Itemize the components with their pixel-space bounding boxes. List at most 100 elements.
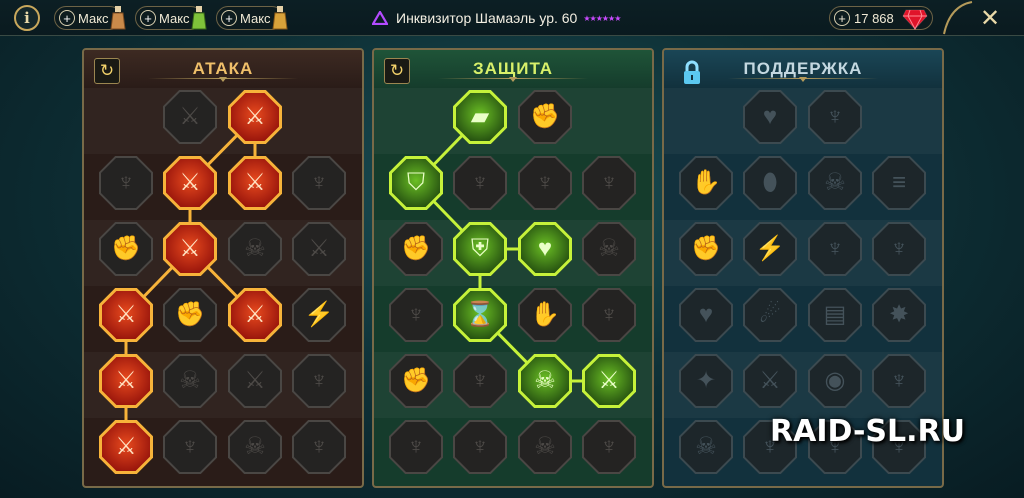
mastery-node-locked[interactable]: ♆ xyxy=(453,420,507,474)
mastery-icon: ☠ xyxy=(534,433,556,460)
mastery-icon: ♆ xyxy=(407,301,425,328)
mastery-icon: ✋ xyxy=(691,169,721,196)
mastery-icon: ♆ xyxy=(310,169,328,196)
mastery-icon: ♆ xyxy=(310,367,328,394)
mastery-icon: ☠ xyxy=(534,367,556,394)
mastery-icon: ⚔ xyxy=(244,367,266,394)
mastery-node-active[interactable]: ⚔ xyxy=(99,354,153,408)
mastery-icon: ♆ xyxy=(471,169,489,196)
gems-value: 17 868 xyxy=(854,10,894,26)
mastery-node-locked[interactable]: ⚔ xyxy=(292,222,346,276)
mastery-icon: ⚔ xyxy=(179,235,201,262)
mastery-icon: ⚔ xyxy=(115,433,137,460)
mastery-icon: ✊ xyxy=(401,235,431,262)
plus-icon: + xyxy=(221,10,237,26)
mastery-icon: ☠ xyxy=(598,235,620,262)
mastery-node-locked[interactable]: ☠ xyxy=(163,354,217,408)
mastery-icon: ⚔ xyxy=(244,301,266,328)
resource-label: Макс xyxy=(78,10,109,26)
mastery-icon: ≡ xyxy=(891,169,906,196)
mastery-icon: ⚔ xyxy=(244,103,266,130)
mastery-icon: ♆ xyxy=(826,103,844,130)
mastery-node-locked[interactable]: ⚡ xyxy=(292,288,346,342)
mastery-node-locked[interactable]: ☠ xyxy=(228,222,282,276)
lock-icon[interactable] xyxy=(682,60,702,86)
mastery-node-locked[interactable]: ✊ xyxy=(99,222,153,276)
mastery-icon: ☠ xyxy=(179,367,201,394)
mastery-node-active[interactable]: ⚔ xyxy=(163,156,217,210)
mastery-icon: ✊ xyxy=(530,103,560,130)
mastery-icon: ✊ xyxy=(691,235,721,262)
potion-icon xyxy=(191,6,207,30)
mastery-icon: ⚔ xyxy=(179,169,201,196)
mastery-node-locked[interactable]: ✊ xyxy=(163,288,217,342)
mastery-icon: ☠ xyxy=(824,169,846,196)
mastery-icon: ♆ xyxy=(826,235,844,262)
mastery-node-locked[interactable]: ♆ xyxy=(292,354,346,408)
close-button[interactable]: ✕ xyxy=(976,4,1004,32)
support-title: ПОДДЕРЖКА xyxy=(743,59,863,78)
mastery-node-locked[interactable]: ♆ xyxy=(163,420,217,474)
mastery-node-active[interactable]: ⛨ xyxy=(453,222,507,276)
mastery-node-locked[interactable]: ☠ xyxy=(228,420,282,474)
resource-max-3[interactable]: + Макс xyxy=(216,6,288,30)
mastery-icon: ✊ xyxy=(111,235,141,262)
mastery-icon: ♆ xyxy=(471,367,489,394)
resource-max-1[interactable]: + Макс xyxy=(54,6,126,30)
mastery-icon: ♆ xyxy=(536,169,554,196)
mastery-node-active[interactable]: ⛉ xyxy=(389,156,443,210)
hero-title: Инквизитор Шамаэль ур. 60 ★★★★★★ xyxy=(372,8,621,28)
plus-icon: + xyxy=(834,10,850,26)
mastery-node-locked[interactable]: ♆ xyxy=(389,420,443,474)
support-header: ПОДДЕРЖКА xyxy=(664,50,942,88)
attack-masteries-panel: АТАКА ↻ ⚔ ⚔ ♆ ⚔ ⚔ ♆ ✊ ⚔ ☠ ⚔ ⚔ ✊ ⚔ ⚡ ⚔ ☠ … xyxy=(82,48,364,488)
mastery-node-active[interactable]: ▰ xyxy=(453,90,507,144)
mastery-icon: ☄ xyxy=(759,301,781,328)
mastery-icon: ⬮ xyxy=(762,169,778,196)
mastery-icon: ⚔ xyxy=(598,367,620,394)
mastery-icon: ⛨ xyxy=(471,235,489,262)
tier-row xyxy=(664,88,942,154)
resource-label: Макс xyxy=(159,10,190,26)
mastery-icon: ▤ xyxy=(823,301,847,328)
mastery-node-active[interactable]: ⌛ xyxy=(453,288,507,342)
mastery-icon: ♥ xyxy=(698,301,714,328)
mastery-icon: ♆ xyxy=(310,433,328,460)
mastery-node-active[interactable]: ⚔ xyxy=(99,420,153,474)
mastery-node-active[interactable]: ⚔ xyxy=(228,156,282,210)
mastery-icon: ▰ xyxy=(470,103,490,130)
potion-icon xyxy=(110,6,126,30)
mastery-icon: ♆ xyxy=(600,301,618,328)
mastery-node-locked[interactable]: ♆ xyxy=(99,156,153,210)
site-watermark: RAID-SL.RU xyxy=(770,414,965,449)
void-affinity-icon xyxy=(372,11,388,25)
mastery-node-active[interactable]: ⚔ xyxy=(228,288,282,342)
potion-icon xyxy=(272,6,288,30)
mastery-node-active[interactable]: ⚔ xyxy=(163,222,217,276)
mastery-node-active[interactable]: ⚔ xyxy=(228,90,282,144)
mastery-icon: ♆ xyxy=(181,433,199,460)
mastery-node-locked[interactable]: ✊ xyxy=(389,222,443,276)
mastery-node-locked[interactable]: ⚔ xyxy=(163,90,217,144)
mastery-icon: ♆ xyxy=(890,235,908,262)
mastery-node-locked[interactable]: ♆ xyxy=(389,288,443,342)
resource-max-2[interactable]: + Макс xyxy=(135,6,207,30)
mastery-icon: ⛉ xyxy=(407,169,425,196)
mastery-icon: ⚔ xyxy=(308,235,330,262)
mastery-node-locked[interactable]: ♆ xyxy=(453,156,507,210)
hero-stars: ★★★★★★ xyxy=(583,13,621,23)
mastery-node-locked[interactable]: ♆ xyxy=(453,354,507,408)
mastery-node-locked[interactable]: ✊ xyxy=(389,354,443,408)
mastery-icon: ⚔ xyxy=(115,301,137,328)
mastery-icon: ✊ xyxy=(401,367,431,394)
mastery-node-locked[interactable]: ♆ xyxy=(292,156,346,210)
mastery-icon: ☠ xyxy=(244,433,266,460)
info-button[interactable]: i xyxy=(14,5,40,31)
mastery-icon: ⚡ xyxy=(304,301,334,328)
mastery-icon: ⌛ xyxy=(465,301,495,328)
mastery-node-active[interactable]: ⚔ xyxy=(99,288,153,342)
mastery-node-locked[interactable]: ♆ xyxy=(292,420,346,474)
mastery-node-locked[interactable]: ⚔ xyxy=(228,354,282,408)
gems-counter[interactable]: + 17 868 xyxy=(829,6,933,30)
plus-icon: + xyxy=(140,10,156,26)
